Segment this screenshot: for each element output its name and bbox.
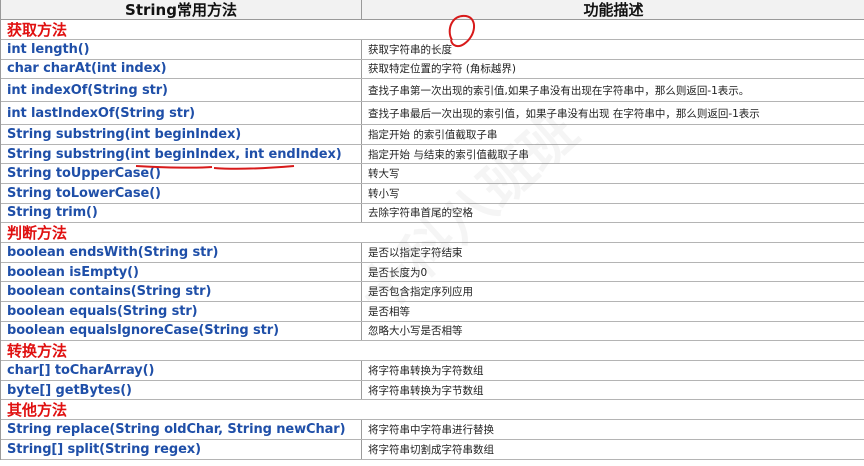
table-row: String toUpperCase() 转大写 bbox=[1, 164, 864, 184]
table-row: boolean endsWith(String str) 是否以指定字符结束 bbox=[1, 243, 864, 263]
table-row: String substring(int beginIndex, int end… bbox=[1, 144, 864, 165]
method-desc: 将字符串转换为字节数组 bbox=[368, 384, 484, 397]
table-row: int length() 获取字符串的长度 bbox=[1, 40, 864, 60]
table-row: boolean equalsIgnoreCase(String str) 忽略大… bbox=[1, 321, 864, 342]
table-header-row: String常用方法 功能描述 bbox=[1, 0, 864, 20]
table-row: int indexOf(String str) 查找子串第一次出现的索引值,如果… bbox=[1, 79, 864, 103]
table-row: int lastIndexOf(String str) 查找子串最后一次出现的索… bbox=[1, 102, 864, 126]
table-row: byte[] getBytes() 将字符串转换为字节数组 bbox=[1, 380, 864, 401]
method-name: String toLowerCase() bbox=[7, 185, 161, 201]
method-desc: 查找子串第一次出现的索引值,如果子串没有出现在字符串中，那么则返回-1表示。 bbox=[368, 84, 750, 97]
method-desc: 查找子串最后一次出现的索引值，如果子串没有出现 在字符串中，那么则返回-1表示 bbox=[368, 107, 760, 120]
table-row: char[] toCharArray() 将字符串转换为字符数组 bbox=[1, 361, 864, 381]
method-desc: 获取特定位置的字符 (角标越界) bbox=[368, 63, 517, 76]
method-desc: 指定开始 的索引值截取子串 bbox=[368, 128, 498, 141]
table-row: String substring(int beginIndex) 指定开始 的索… bbox=[1, 125, 864, 145]
table-row: String[] split(String regex) 将字符串切割成字符串数… bbox=[1, 439, 864, 460]
method-desc: 是否长度为0 bbox=[368, 266, 428, 279]
method-name: String substring(int beginIndex, int end… bbox=[7, 146, 342, 162]
header-description: 功能描述 bbox=[583, 1, 644, 19]
method-name: String[] split(String regex) bbox=[7, 441, 201, 457]
method-name: String trim() bbox=[7, 205, 98, 221]
method-name: boolean equalsIgnoreCase(String str) bbox=[7, 323, 279, 339]
method-name: boolean contains(String str) bbox=[7, 284, 212, 300]
table-row: String trim() 去除字符串首尾的空格 bbox=[1, 203, 864, 224]
section-title: 转换方法 bbox=[7, 342, 68, 361]
method-name: boolean endsWith(String str) bbox=[7, 244, 219, 260]
method-name: int lastIndexOf(String str) bbox=[7, 105, 196, 121]
method-desc: 忽略大小写是否相等 bbox=[368, 325, 463, 338]
method-desc: 是否相等 bbox=[368, 305, 410, 318]
header-method: String常用方法 bbox=[1, 0, 362, 19]
method-name: byte[] getBytes() bbox=[7, 382, 132, 398]
method-desc: 获取字符串的长度 bbox=[368, 43, 452, 56]
table-row: boolean equals(String str) 是否相等 bbox=[1, 301, 864, 322]
section-row: 其他方法 bbox=[1, 400, 864, 421]
section-title: 获取方法 bbox=[7, 21, 68, 39]
method-desc: 将字符串转换为字符数组 bbox=[368, 364, 484, 377]
method-name: String toUpperCase() bbox=[7, 166, 161, 182]
method-desc: 转大写 bbox=[368, 168, 400, 181]
method-desc: 将字符串切割成字符串数组 bbox=[368, 443, 494, 456]
table-row: boolean contains(String str) 是否包含指定序列应用 bbox=[1, 282, 864, 302]
table-row: boolean isEmpty() 是否长度为0 bbox=[1, 262, 864, 283]
method-desc: 指定开始 与结束的索引值截取子串 bbox=[368, 148, 529, 161]
method-name: boolean equals(String str) bbox=[7, 303, 198, 319]
method-desc: 转小写 bbox=[368, 187, 400, 200]
method-name: String substring(int beginIndex) bbox=[7, 126, 242, 142]
method-name: char charAt(int index) bbox=[7, 61, 167, 77]
method-desc: 去除字符串首尾的空格 bbox=[368, 207, 473, 220]
string-methods-table: String常用方法 功能描述 获取方法 int length() 获取字符串的… bbox=[0, 0, 864, 460]
section-row: 获取方法 bbox=[1, 20, 864, 40]
method-desc: 是否包含指定序列应用 bbox=[368, 286, 473, 299]
table-row: String toLowerCase() 转小写 bbox=[1, 183, 864, 204]
method-name: int length() bbox=[7, 41, 90, 57]
method-name: char[] toCharArray() bbox=[7, 362, 155, 378]
section-row: 判断方法 bbox=[1, 223, 864, 244]
method-desc: 将字符串中字符串进行替换 bbox=[368, 424, 494, 437]
method-name: boolean isEmpty() bbox=[7, 264, 139, 280]
table-row: char charAt(int index) 获取特定位置的字符 (角标越界) bbox=[1, 59, 864, 80]
section-title: 其他方法 bbox=[7, 401, 68, 420]
table-row: String replace(String oldChar, String ne… bbox=[1, 420, 864, 440]
method-name: int indexOf(String str) bbox=[7, 82, 168, 98]
section-title: 判断方法 bbox=[7, 224, 68, 243]
method-name: String replace(String oldChar, String ne… bbox=[7, 422, 346, 438]
section-row: 转换方法 bbox=[1, 341, 864, 362]
method-desc: 是否以指定字符结束 bbox=[368, 246, 463, 259]
